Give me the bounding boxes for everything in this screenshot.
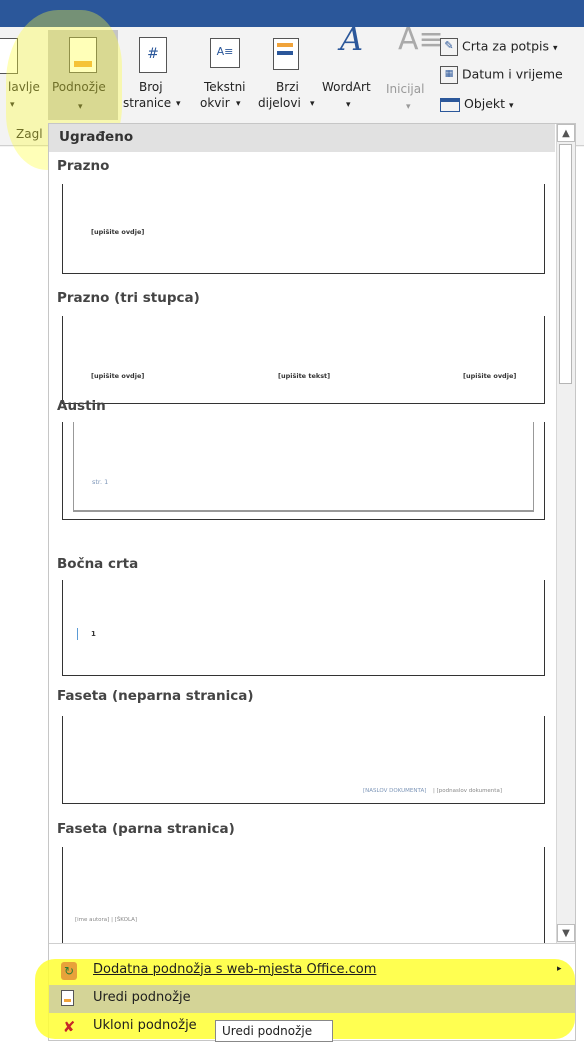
edit-footer-item[interactable]: Uredi podnožje [49,985,575,1013]
textbox-icon: A≡ [210,38,240,68]
gallery-item-title: Faseta (parna stranica) [57,821,235,837]
signature-line-label: Crta za potpis [461,38,549,54]
gallery-item-title: Prazno [57,158,110,174]
quick-parts-label-2: dijelovi [258,96,301,110]
object-button[interactable]: Objekt ▾ [440,96,514,112]
date-time-button[interactable]: ▦ Datum i vrijeme [440,66,563,84]
remove-footer-icon: ✘ [62,1018,76,1036]
remove-footer-label: Ukloni podnožje [93,1018,197,1033]
wordart-button[interactable]: A WordArt ▾ [320,20,380,120]
textbox-label-2: okvir [200,96,230,110]
preview-placeholder: [NASLOV DOKUMENTA] [363,788,427,794]
preview-placeholder: [upišite ovdje] [91,372,145,380]
textbox-label-1: Tekstni [204,80,246,94]
austin-frame: str. 1 [73,422,534,512]
gallery-item-blank-three-columns[interactable]: Prazno (tri stupca) [upišite ovdje] [upi… [49,284,555,404]
chevron-down-icon: ▾ [346,100,351,110]
chevron-down-icon: ▾ [176,99,181,109]
preview-placeholder: [upišite tekst] [278,372,331,380]
gallery-item-facet-even[interactable]: Faseta (parna stranica) [ime autora] | [… [49,819,555,943]
tooltip: Uredi podnožje [215,1020,333,1042]
gallery-item-preview: [upišite ovdje] [upišite tekst] [upišite… [62,316,545,404]
menu-separator [49,943,575,944]
preview-placeholder: [upišite ovdje] [463,372,517,380]
gallery-item-blank[interactable]: Prazno [upišite ovdje] [49,154,555,279]
chevron-down-icon: ▾ [509,101,514,111]
gallery-item-preview: 1 [62,580,545,676]
scroll-thumb[interactable] [559,144,572,384]
gallery-item-preview: [NASLOV DOKUMENTA] | [podnaslov dokument… [62,716,545,804]
chevron-down-icon: ▾ [310,99,315,109]
quick-parts-icon [273,38,299,70]
preview-placeholder: [upišite ovdje] [91,228,145,236]
page-number-label-2: stranice [123,96,172,110]
scroll-down-button[interactable]: ▼ [557,924,575,942]
gallery-item-title: Austin [57,398,106,414]
page-number-icon: # [139,37,167,73]
gallery-item-preview: str. 1 [62,422,545,520]
preview-placeholder: | [podnaslov dokumenta] [433,788,502,794]
chevron-right-icon: ▸ [557,964,562,974]
page-number-label-1: Broj [139,80,163,94]
preview-placeholder: [ime autora] | [ŠKOLA] [75,917,138,923]
object-icon [440,97,460,112]
pen-icon: ✎ [440,38,458,56]
gallery-scrollbar[interactable]: ▲ ▼ [556,124,575,943]
drop-cap-button[interactable]: A≡ Inicijal ▾ [384,25,444,120]
drop-cap-label: Inicijal [386,82,425,96]
chevron-down-icon: ▾ [406,102,411,112]
date-time-label: Datum i vrijeme [461,66,563,82]
wordart-label: WordArt [322,80,371,94]
gallery-item-title: Bočna crta [57,556,139,572]
preview-placeholder: 1 [91,630,96,638]
wordart-icon: A [340,20,364,58]
more-footers-office-item[interactable]: ↻ Dodatna podnožja s web-mjesta Office.c… [49,957,575,985]
edit-footer-icon [61,990,74,1006]
signature-line-button[interactable]: ✎ Crta za potpis ▾ [440,38,558,56]
calendar-icon: ▦ [440,66,458,84]
footer-gallery-dropdown: Ugrađeno ▲ ▼ Prazno [upišite ovdje] Praz… [35,123,576,1041]
chevron-down-icon: ▾ [236,99,241,109]
gallery-item-preview: [upišite ovdje] [62,184,545,274]
gallery-section-header: Ugrađeno [49,124,555,152]
sideline-bar [77,628,78,640]
gallery-item-austin[interactable]: Austin str. 1 [49,394,555,554]
textbox-button[interactable]: A≡ Tekstni okvir ▾ [198,30,254,120]
gallery-item-title: Faseta (neparna stranica) [57,688,254,704]
scroll-up-button[interactable]: ▲ [557,124,575,142]
gallery-item-preview: [ime autora] | [ŠKOLA] [62,847,545,943]
quick-parts-button[interactable]: Brzi dijelovi ▾ [256,30,318,120]
chevron-down-icon: ▾ [552,43,558,54]
preview-placeholder: str. 1 [92,478,109,486]
more-footers-label: Dodatna podnožja s web-mjesta Office.com [93,962,377,977]
page-number-button[interactable]: # Broj stranice ▾ [121,30,181,120]
object-label: Objekt [463,96,506,111]
gallery-item-sideline[interactable]: Bočna crta 1 [49,556,555,686]
gallery-item-facet-odd[interactable]: Faseta (neparna stranica) [NASLOV DOKUME… [49,684,555,814]
gallery-item-title: Prazno (tri stupca) [57,290,200,306]
office-web-icon: ↻ [61,962,77,980]
quick-parts-label-1: Brzi [276,80,299,94]
drop-cap-icon: A≡ [398,22,444,57]
gallery-section-title: Ugrađeno [59,129,134,145]
edit-footer-label: Uredi podnožje [93,990,191,1005]
